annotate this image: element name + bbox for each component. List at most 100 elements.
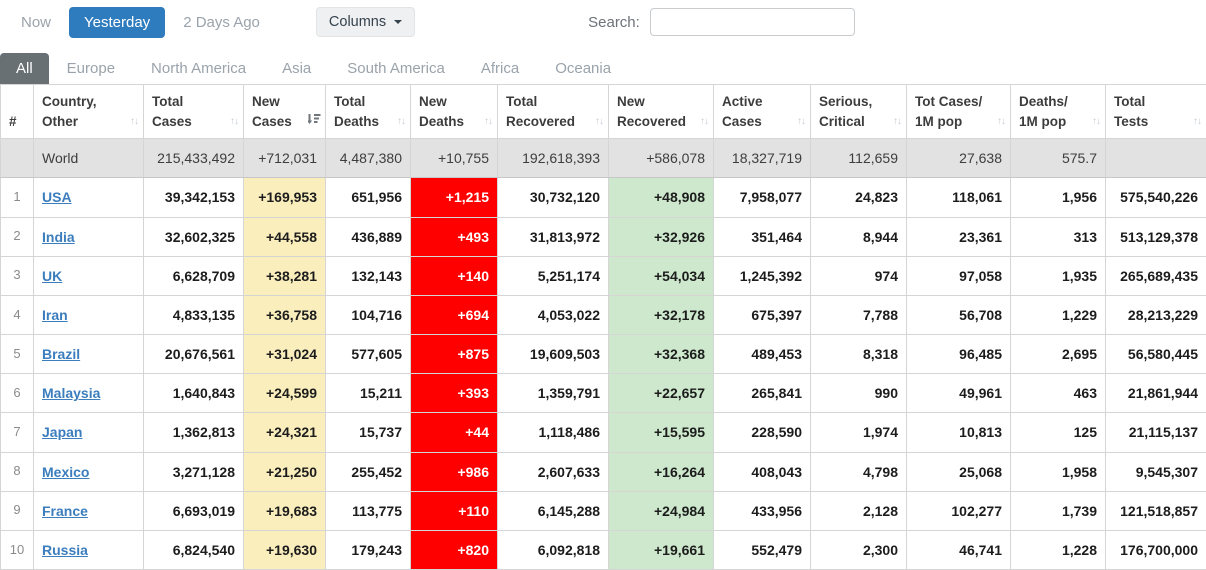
sort-descending-icon [306,111,321,131]
country-cell: UK [33,255,144,296]
row-rank: 8 [0,451,34,492]
tab-asia[interactable]: Asia [264,53,329,84]
total-recovered-cell: 30,732,120 [497,177,609,218]
country-cell: Iran [33,294,144,336]
new-cases-cell: +24,599 [243,373,326,414]
new-cases-cell: +38,281 [243,255,326,296]
serious-critical-cell: 2,128 [810,490,907,532]
deaths-per-1m-cell: 463 [1010,373,1106,414]
total-tests-cell: 513,129,378 [1105,216,1206,257]
search-input[interactable] [649,8,855,36]
country-link[interactable]: Russia [42,542,88,558]
country-cell: India [33,216,144,257]
new-recovered-cell: +24,984 [608,490,714,532]
new-deaths-cell: +986 [410,451,498,492]
column-header-active-cases[interactable]: Active Cases ↑↓ [713,83,811,140]
total-deaths-cell: 436,889 [325,216,411,257]
tab-north-america[interactable]: North America [133,53,264,84]
country-link[interactable]: France [42,503,88,519]
tab-europe[interactable]: Europe [49,53,133,84]
total-cases-cell: 3,271,128 [143,451,244,492]
country-link[interactable]: Mexico [42,464,89,480]
now-button[interactable]: Now [15,13,57,32]
table-row: 8 Mexico 3,271,128 +21,250 255,452 +986 2,607,… [0,451,1206,492]
total-cases-cell: 6,628,709 [143,255,244,296]
active-cases-cell: 675,397 [713,294,811,336]
tab-south-america[interactable]: South America [329,53,463,84]
row-rank: 2 [0,216,34,257]
table-row: 7 Japan 1,362,813 +24,321 15,737 +44 1,118,486… [0,412,1206,453]
serious-critical-cell: 990 [810,373,907,414]
country-link[interactable]: Japan [42,424,82,440]
column-header-total-deaths[interactable]: Total Deaths ↑↓ [325,83,411,140]
total-tests-cell: 21,861,944 [1105,373,1206,414]
column-header-deaths-1m-pop[interactable]: Deaths/1M pop ↑↓ [1010,83,1106,140]
table-row: 6 Malaysia 1,640,843 +24,599 15,211 +393 1,359… [0,373,1206,414]
deaths-per-1m-cell: 1,229 [1010,294,1106,336]
active-cases-cell: 552,479 [713,529,811,570]
sort-icon: ↑↓ [230,115,239,127]
two-days-ago-button[interactable]: 2 Days Ago [177,13,266,32]
new-recovered-cell: +22,657 [608,373,714,414]
country-link[interactable]: Iran [42,307,68,323]
country-link[interactable]: UK [42,268,62,284]
new-recovered-cell: +32,178 [608,294,714,336]
active-cases-cell: 433,956 [713,490,811,532]
column-header-#: # [0,83,34,140]
table-row: 10 Russia 6,824,540 +19,630 179,243 +820 6,092… [0,529,1206,570]
total-deaths-cell: 577,605 [325,334,411,375]
columns-dropdown-button[interactable]: Columns [315,7,416,37]
total-recovered-cell: 4,053,022 [497,294,609,336]
new-cases-cell: +169,953 [243,177,326,218]
column-header-tot-cases-1m-pop[interactable]: Tot Cases/1M pop ↑↓ [906,83,1011,140]
cases-per-1m-cell: 25,068 [906,451,1011,492]
row-rank [0,138,34,179]
country-link[interactable]: India [42,229,75,245]
cases-per-1m-cell: 46,741 [906,529,1011,570]
column-header-total-recovered[interactable]: Total Recovered ↑↓ [497,83,609,140]
column-header-new-deaths[interactable]: New Deaths ↑↓ [410,83,498,140]
serious-critical-cell: 2,300 [810,529,907,570]
tab-africa[interactable]: Africa [463,53,537,84]
column-header-new-recovered[interactable]: New Recovered ↑↓ [608,83,714,140]
total-recovered-cell: 19,609,503 [497,334,609,375]
total-recovered-cell: 31,813,972 [497,216,609,257]
new-recovered-cell: +32,926 [608,216,714,257]
total-cases-cell: 1,362,813 [143,412,244,453]
cases-per-1m-cell: 10,813 [906,412,1011,453]
total-deaths-cell: 104,716 [325,294,411,336]
country-cell: Brazil [33,334,144,375]
tab-all[interactable]: All [0,53,49,84]
row-rank: 9 [0,490,34,532]
total-recovered-cell: 5,251,174 [497,255,609,296]
cases-per-1m-cell: 27,638 [906,138,1011,179]
column-header-country-other[interactable]: Country, Other ↑↓ [33,83,144,140]
serious-critical-cell: 8,944 [810,216,907,257]
new-cases-cell: +31,024 [243,334,326,375]
country-cell: France [33,490,144,532]
tab-oceania[interactable]: Oceania [537,53,629,84]
total-deaths-cell: 15,211 [325,373,411,414]
total-deaths-cell: 651,956 [325,177,411,218]
country-link[interactable]: USA [42,189,72,205]
column-header-total-cases[interactable]: Total Cases ↑↓ [143,83,244,140]
column-header-serious-critical[interactable]: Serious, Critical ↑↓ [810,83,907,140]
country-link[interactable]: Malaysia [42,385,100,401]
row-rank: 4 [0,294,34,336]
sort-icon: ↑↓ [700,115,709,127]
new-cases-cell: +44,558 [243,216,326,257]
region-tabs: All Europe North America Asia South America A… [0,53,1206,84]
total-cases-cell: 20,676,561 [143,334,244,375]
total-tests-cell: 9,545,307 [1105,451,1206,492]
country-link[interactable]: Brazil [42,346,80,362]
column-header-new-cases[interactable]: New Cases [243,83,326,140]
cases-per-1m-cell: 49,961 [906,373,1011,414]
row-rank: 7 [0,412,34,453]
active-cases-cell: 489,453 [713,334,811,375]
search-area: Search: [588,8,855,36]
deaths-per-1m-cell: 1,228 [1010,529,1106,570]
total-recovered-cell: 192,618,393 [497,138,609,179]
yesterday-button[interactable]: Yesterday [69,6,166,38]
world-row: World 215,433,492 +712,031 4,487,380 +10,755… [0,138,1206,179]
column-header-total-tests[interactable]: Total Tests ↑↓ [1105,83,1206,140]
